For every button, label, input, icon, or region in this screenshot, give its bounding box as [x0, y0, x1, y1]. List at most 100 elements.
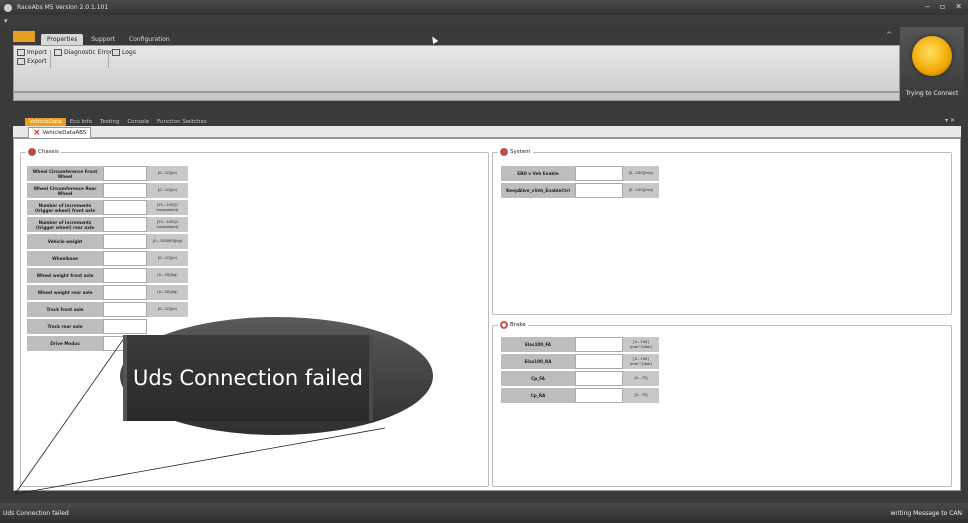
param-input[interactable] [103, 302, 147, 317]
ribbon-collapse-icon[interactable]: ^ [886, 31, 892, 39]
file-tab[interactable] [13, 31, 35, 42]
param-range: [0...100](m/s) [623, 183, 659, 198]
param-range: [0...100](mm^2/bar) [623, 337, 659, 352]
logs-button[interactable]: Logs [112, 49, 136, 56]
error-popup: Uds Connection failed [123, 335, 373, 421]
import-button[interactable]: Import [17, 49, 47, 56]
quick-access-toolbar: ▾ [0, 15, 968, 27]
close-icon[interactable]: ✕ [955, 2, 962, 11]
tab-function-switches[interactable]: Function Switches [153, 118, 211, 126]
error-message: Uds Connection failed [133, 366, 363, 390]
tab-console[interactable]: Console [123, 118, 153, 126]
chassis-label: Chassis [38, 149, 59, 155]
status-right: writing Message to CAN [890, 510, 963, 517]
param-input[interactable] [575, 371, 623, 386]
tab-support[interactable]: Support [85, 34, 121, 45]
import-label: Import [27, 49, 47, 56]
tab-vehicledata[interactable]: VehicleData [25, 118, 66, 126]
connection-lamp-icon[interactable] [912, 36, 952, 76]
param-row: Cp_RA [0...75] [501, 388, 659, 403]
chassis-title: Chassis [26, 148, 61, 156]
param-row: Number of increments (trigger wheel) rea… [27, 217, 188, 232]
param-label: Number of increments (trigger wheel) fro… [27, 200, 103, 215]
minimize-icon[interactable]: ‒ [925, 2, 930, 11]
param-input[interactable] [103, 200, 147, 215]
param-label: Wheel weight rear axle [27, 285, 103, 300]
param-input[interactable] [103, 285, 147, 300]
logs-label: Logs [122, 49, 136, 56]
param-range: [0...10](m) [147, 251, 188, 266]
param-row: Number of increments (trigger wheel) fro… [27, 200, 188, 215]
param-input[interactable] [103, 217, 147, 232]
param-row: Elas100_RA [0...100](mm^2/bar) [501, 354, 659, 369]
param-range: [0...75] [623, 371, 659, 386]
logs-icon [112, 49, 120, 56]
param-input[interactable] [103, 234, 147, 249]
param-input[interactable] [103, 166, 147, 181]
param-input[interactable] [103, 319, 147, 334]
logs-group: Logs [112, 49, 136, 56]
param-range: [0...10](m) [147, 183, 188, 198]
param-row: Wheel weight rear axle [0...50](kg) [27, 285, 188, 300]
ribbon-separator [108, 50, 109, 68]
export-button[interactable]: Export [17, 58, 47, 65]
brake-label: Brake [510, 322, 526, 328]
system-title: System [498, 148, 533, 156]
document-controls[interactable]: ▾ ✕ [945, 117, 955, 124]
subtab-vehicledataabs[interactable]: × VehicleDataABS [28, 127, 92, 138]
subtab-label: VehicleDataABS [42, 130, 87, 136]
chassis-icon [28, 148, 36, 156]
close-subtab-icon[interactable]: × [33, 129, 41, 138]
param-label: Wheelbase [27, 251, 103, 266]
diagnostic-icon [54, 49, 62, 56]
param-input[interactable] [575, 388, 623, 403]
param-row: Wheel Circumference Front Wheel [0...10](… [27, 166, 188, 181]
param-label: Track front axle [27, 302, 103, 317]
diagnostic-errors-button[interactable]: Diagnostic Errors [54, 49, 115, 56]
param-label: Wheel Circumference Rear Wheel [27, 183, 103, 198]
param-input[interactable] [575, 337, 623, 352]
param-range: [25...100](1 Increament) [147, 217, 188, 232]
param-input[interactable] [103, 251, 147, 266]
param-label: EBD v Veh Enable [501, 166, 575, 181]
tab-testing[interactable]: Testing [96, 118, 123, 126]
param-input[interactable] [103, 183, 147, 198]
status-left: Uds Connection failed [3, 510, 69, 517]
param-input[interactable] [103, 268, 147, 283]
param-label: Vehicle weight [27, 234, 103, 249]
maximize-icon[interactable]: ▫ [940, 2, 945, 11]
param-label: Cp_FA [501, 371, 575, 386]
param-label: Elas100_FA [501, 337, 575, 352]
connection-panel: Trying to Connect [900, 27, 964, 101]
param-range: [0...100000](kg) [147, 234, 188, 249]
tab-ecu-info[interactable]: Ecu Info [66, 118, 96, 126]
param-label: KeepAlive_vVeh_EnableCtrl [501, 183, 575, 198]
brake-disc-icon [500, 321, 508, 329]
tab-configuration[interactable]: Configuration [123, 34, 176, 45]
param-label: Wheel Circumference Front Wheel [27, 166, 103, 181]
param-row: Wheel weight front axle [0...50](kg) [27, 268, 188, 283]
ribbon-separator [50, 50, 51, 68]
param-input[interactable] [575, 354, 623, 369]
import-icon [17, 49, 25, 56]
param-row: Wheelbase [0...10](m) [27, 251, 188, 266]
title-bar: RaceAbs M5 Version 2.0.1.101 ‒ ▫ ✕ [0, 0, 968, 15]
param-range: [0...50](kg) [147, 268, 188, 283]
import-export-group: Import Export [17, 49, 47, 65]
param-input[interactable] [575, 166, 623, 181]
param-range: [25...100](1 Increament) [147, 200, 188, 215]
param-input[interactable] [575, 183, 623, 198]
tab-properties[interactable]: Properties [41, 34, 84, 45]
window-title: RaceAbs M5 Version 2.0.1.101 [17, 4, 109, 11]
content-area: Chassis Wheel Circumference Front Wheel [… [13, 138, 961, 491]
ribbon-footer [13, 92, 900, 101]
param-row: Cp_FA [0...75] [501, 371, 659, 386]
system-icon [500, 148, 508, 156]
param-range: [0...50](kg) [147, 285, 188, 300]
system-label: System [510, 149, 531, 155]
param-row: EBD v Veh Enable [0...100](m/s) [501, 166, 659, 181]
param-row: Vehicle weight [0...100000](kg) [27, 234, 188, 249]
subtab-bar: × VehicleDataABS [13, 126, 961, 138]
window-controls: ‒ ▫ ✕ [925, 2, 962, 11]
qat-menu-icon[interactable]: ▾ [4, 17, 8, 25]
